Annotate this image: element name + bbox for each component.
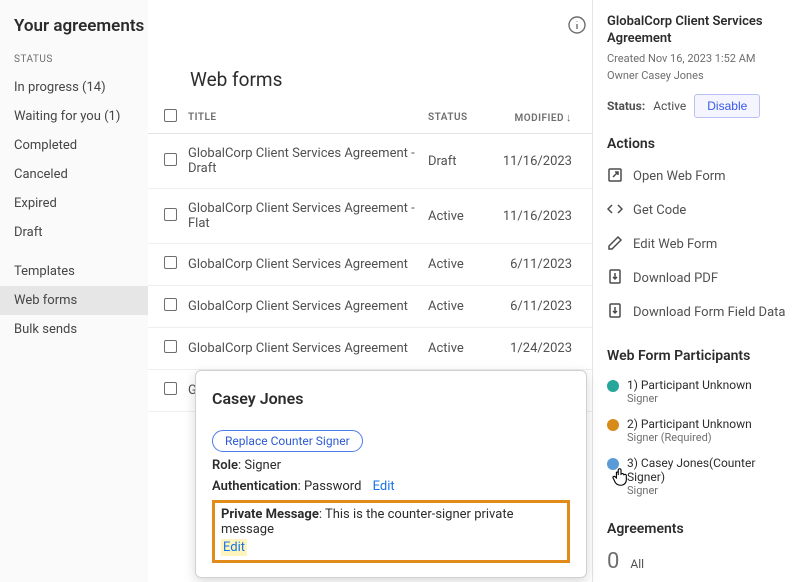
row-checkbox[interactable] — [164, 256, 177, 269]
action-label: Open Web Form — [633, 169, 726, 184]
auth-value: Password — [304, 479, 361, 494]
row-status: Active — [424, 286, 484, 328]
owner-meta: Owner Casey Jones — [607, 69, 786, 82]
row-checkbox[interactable] — [164, 153, 177, 166]
row-modified: 6/11/2023 — [484, 244, 592, 286]
table-heading: Web forms — [190, 68, 592, 91]
action-label: Download PDF — [633, 271, 718, 286]
row-checkbox[interactable] — [164, 340, 177, 353]
table-row[interactable]: GlobalCorp Client Services Agreement - D… — [148, 134, 592, 189]
table-row[interactable]: GlobalCorp Client Services Agreement - F… — [148, 189, 592, 244]
sidebar-item-canceled[interactable]: Canceled — [0, 160, 148, 189]
status-label: Status: — [607, 99, 645, 113]
replace-counter-signer-button[interactable]: Replace Counter Signer — [212, 430, 363, 452]
created-meta: Created Nov 16, 2023 1:52 AM — [607, 52, 786, 65]
sidebar-item-bulk-sends[interactable]: Bulk sends — [0, 315, 148, 344]
action-edit-web-form[interactable]: Edit Web Form — [607, 228, 786, 262]
row-status: Active — [424, 189, 484, 244]
page-title: Your agreements — [0, 12, 148, 54]
participant-item[interactable]: 2) Participant UnknownSigner (Required) — [607, 411, 786, 450]
participant-item[interactable]: 1) Participant UnknownSigner — [607, 372, 786, 411]
row-title: GlobalCorp Client Services Agreement - D… — [184, 134, 424, 189]
row-checkbox[interactable] — [164, 208, 177, 221]
private-message-highlight: Private Message: This is the counter-sig… — [212, 500, 570, 563]
sidebar-item-draft[interactable]: Draft — [0, 218, 148, 247]
row-title: GlobalCorp Client Services Agreement — [184, 244, 424, 286]
action-download-pdf[interactable]: Download PDF — [607, 262, 786, 296]
priv-edit-link[interactable]: Edit — [221, 539, 247, 556]
participant-role: Signer (Required) — [627, 431, 752, 444]
action-label: Get Code — [633, 203, 686, 218]
participant-item[interactable]: 3) Casey Jones(Counter Signer)Signer — [607, 450, 786, 503]
action-get-code[interactable]: Get Code — [607, 194, 786, 228]
sidebar-item-templates[interactable]: Templates — [0, 257, 148, 286]
col-title[interactable]: TITLE — [184, 101, 424, 134]
agreements-all-label: All — [630, 557, 644, 571]
participant-role: Signer — [627, 484, 786, 497]
row-title: GlobalCorp Client Services Agreement - F… — [184, 189, 424, 244]
webforms-table: TITLE STATUS MODIFIED↓ GlobalCorp Client… — [148, 101, 592, 412]
status-value: Active — [653, 99, 686, 113]
table-row[interactable]: GlobalCorp Client Services AgreementActi… — [148, 286, 592, 328]
priv-label: Private Message — [221, 507, 319, 522]
sidebar-status-header: STATUS — [0, 54, 148, 73]
participant-name: 3) Casey Jones(Counter Signer) — [627, 456, 786, 484]
agreement-title: GlobalCorp Client Services Agreement — [607, 14, 786, 48]
sidebar: Your agreements STATUS In progress (14) … — [0, 0, 148, 582]
row-status: Draft — [424, 134, 484, 189]
row-title: GlobalCorp Client Services Agreement — [184, 328, 424, 370]
action-download-form-field-data[interactable]: Download Form Field Data — [607, 296, 786, 330]
pencil-icon — [607, 235, 623, 255]
sidebar-item-waiting-for-you[interactable]: Waiting for you (1) — [0, 102, 148, 131]
participant-role: Signer — [627, 392, 752, 405]
participant-dot-icon — [607, 419, 619, 431]
sidebar-item-completed[interactable]: Completed — [0, 131, 148, 160]
counter-signer-popover: Casey Jones Replace Counter Signer Role:… — [195, 370, 587, 578]
select-all-checkbox[interactable] — [164, 109, 177, 122]
col-status[interactable]: STATUS — [424, 101, 484, 134]
participant-dot-icon — [607, 380, 619, 392]
row-modified: 11/16/2023 — [484, 189, 592, 244]
row-modified: 11/16/2023 — [484, 134, 592, 189]
sidebar-item-expired[interactable]: Expired — [0, 189, 148, 218]
table-row[interactable]: GlobalCorp Client Services AgreementActi… — [148, 244, 592, 286]
row-checkbox[interactable] — [164, 298, 177, 311]
download-data-icon — [607, 303, 623, 323]
right-panel: GlobalCorp Client Services Agreement Cre… — [592, 0, 800, 582]
col-modified[interactable]: MODIFIED↓ — [484, 101, 592, 134]
role-label: Role — [212, 458, 238, 473]
download-icon — [607, 269, 623, 289]
auth-label: Authentication — [212, 479, 298, 494]
participants-header: Web Form Participants — [607, 348, 786, 364]
row-modified: 6/11/2023 — [484, 286, 592, 328]
agreements-header: Agreements — [607, 521, 786, 537]
agreements-count: 0 — [607, 549, 619, 574]
sidebar-item-web-forms[interactable]: Web forms — [0, 286, 148, 315]
row-checkbox[interactable] — [164, 382, 177, 395]
row-modified: 1/24/2023 — [484, 328, 592, 370]
disable-button[interactable]: Disable — [694, 94, 760, 118]
sort-desc-icon: ↓ — [566, 111, 572, 124]
row-title: GlobalCorp Client Services Agreement — [184, 286, 424, 328]
action-open-web-form[interactable]: Open Web Form — [607, 160, 786, 194]
action-label: Edit Web Form — [633, 237, 717, 252]
participant-dot-icon — [607, 458, 619, 470]
participant-name: 1) Participant Unknown — [627, 378, 752, 392]
action-label: Download Form Field Data — [633, 305, 785, 320]
external-link-icon — [607, 167, 623, 187]
row-status: Active — [424, 244, 484, 286]
code-icon — [607, 201, 623, 221]
row-status: Active — [424, 328, 484, 370]
table-row[interactable]: GlobalCorp Client Services AgreementActi… — [148, 328, 592, 370]
info-icon[interactable] — [568, 16, 586, 38]
participant-name: 2) Participant Unknown — [627, 417, 752, 431]
auth-edit-link[interactable]: Edit — [373, 479, 395, 494]
sidebar-item-in-progress[interactable]: In progress (14) — [0, 73, 148, 102]
role-value: Signer — [244, 458, 281, 473]
actions-header: Actions — [607, 136, 786, 152]
popover-name: Casey Jones — [212, 389, 570, 408]
